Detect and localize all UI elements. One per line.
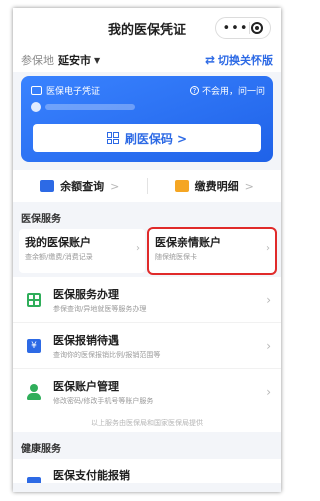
insurance-logo-icon: [31, 86, 42, 95]
location-label: 参保地: [21, 54, 54, 67]
yen-icon: ¥: [27, 338, 41, 353]
card-brand-label: 医保电子凭证: [46, 87, 101, 97]
health-row[interactable]: 医保支付能报销: [13, 459, 281, 483]
health-row-title: 医保支付能报销: [53, 469, 130, 482]
chevron-right-icon: >: [110, 179, 120, 193]
family-account-desc: 随保统医保卡: [155, 253, 197, 261]
chevron-right-icon: ›: [266, 384, 271, 399]
service-list: 医保服务办理 参保查询/异地就医等服务办理 › ¥ 医保报销待遇 查询你的医保报…: [13, 277, 281, 432]
chevron-right-icon: ›: [266, 292, 271, 307]
card-user-info: [31, 102, 135, 112]
masked-id: [45, 104, 135, 110]
service-handling-sub: 参保查询/异地就医等服务办理: [53, 304, 147, 313]
wallet-icon: [40, 180, 55, 192]
person-icon: [26, 383, 42, 400]
chevron-right-icon: ›: [266, 243, 270, 254]
top-bar: 我的医保凭证 •••: [13, 8, 281, 48]
care-mode-button[interactable]: ⇄ 切换关怀版: [205, 52, 273, 68]
service-handling-row[interactable]: 医保服务办理 参保查询/异地就医等服务办理 ›: [13, 277, 281, 322]
help-link[interactable]: ? 不会用，问一问: [189, 84, 265, 97]
caret-down-icon[interactable]: ▼: [94, 56, 100, 65]
account-management-sub: 修改密码/修改手机号等账户服务: [53, 396, 154, 405]
receipt-icon: [174, 180, 189, 192]
care-mode-label: 切换关怀版: [218, 54, 273, 67]
account-management-title: 医保账户管理: [53, 379, 119, 393]
help-label: 不会用，问一问: [201, 87, 265, 97]
service-footnote: 以上服务由医保局和国家医保局提供: [13, 414, 281, 432]
insurance-card: 医保电子凭证 ? 不会用，问一问 刷医保码 >: [21, 76, 273, 162]
reimbursement-title: 医保报销待遇: [53, 333, 119, 347]
capsule-divider: [249, 22, 251, 34]
balance-query-button[interactable]: 余额查询 >: [13, 178, 147, 194]
quick-actions: 余额查询 > 缴费明细 >: [13, 170, 281, 202]
scan-code-button[interactable]: 刷医保码 >: [33, 124, 261, 152]
account-cards: 我的医保账户 查余额/缴费/消费记录 › 医保亲情账户 随保统医保卡 ›: [13, 229, 281, 273]
payment-detail-label: 缴费明细: [194, 180, 239, 193]
chevron-right-icon: ›: [136, 243, 140, 254]
mini-program-capsule[interactable]: •••: [215, 17, 271, 39]
family-account-title: 医保亲情账户: [155, 236, 221, 249]
my-account-desc: 查余额/缴费/消费记录: [25, 253, 93, 261]
qr-code-icon: [106, 132, 119, 144]
location-bar: 参保地 延安市 ▼ ⇄ 切换关怀版: [13, 48, 281, 72]
more-icon[interactable]: •••: [222, 22, 248, 35]
avatar: [31, 102, 41, 112]
scan-code-label: 刷医保码 >: [124, 131, 188, 146]
balance-query-label: 余额查询: [60, 180, 105, 193]
health-section-title: 健康服务: [21, 444, 61, 455]
payment-icon: [27, 477, 41, 483]
chevron-right-icon: >: [244, 179, 254, 193]
swap-icon: ⇄: [204, 53, 215, 67]
service-handling-title: 医保服务办理: [53, 287, 119, 301]
phone-screen: 我的医保凭证 ••• 参保地 延安市 ▼ ⇄ 切换关怀版 医保电子凭证 ? 不会…: [13, 8, 281, 492]
reimbursement-row[interactable]: ¥ 医保报销待遇 查询你的医保报销比例/报销范围等 ›: [13, 322, 281, 368]
payment-detail-button[interactable]: 缴费明细 >: [148, 178, 282, 194]
chevron-right-icon: ›: [266, 338, 271, 353]
city-selector[interactable]: 延安市: [58, 52, 91, 68]
account-management-row[interactable]: 医保账户管理 修改密码/修改手机号等账户服务 ›: [13, 368, 281, 414]
family-account-card[interactable]: 医保亲情账户 随保统医保卡 ›: [149, 229, 275, 273]
close-target-icon[interactable]: [251, 22, 264, 34]
reimbursement-sub: 查询你的医保报销比例/报销范围等: [53, 350, 161, 359]
page-title: 我的医保凭证: [107, 22, 186, 38]
my-account-title: 我的医保账户: [25, 236, 91, 249]
services-section-title: 医保服务: [21, 214, 61, 225]
card-brand: 医保电子凭证: [31, 84, 100, 97]
my-account-card[interactable]: 我的医保账户 查余额/缴费/消费记录 ›: [19, 229, 145, 273]
question-icon: ?: [189, 86, 199, 95]
building-icon: [27, 292, 41, 307]
